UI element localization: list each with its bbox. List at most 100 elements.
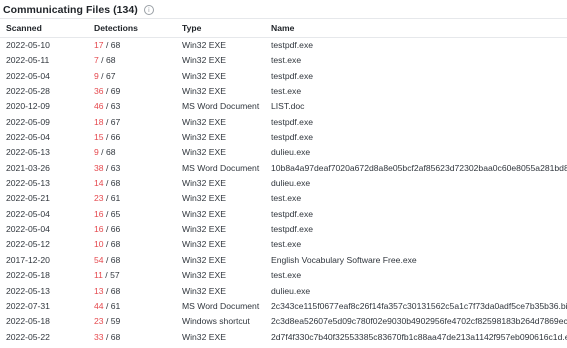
file-type: Win32 EXE [182, 55, 226, 66]
detections-total: 66 [110, 132, 121, 143]
detections-cell[interactable]: 17 / 68 [93, 38, 182, 53]
file-type: Win32 EXE [182, 116, 226, 127]
detections-cell[interactable]: 11 / 57 [93, 268, 182, 283]
column-header-scanned[interactable]: Scanned [0, 21, 93, 36]
table-row[interactable]: 2021-03-26 38 / 63 MS Word Document 10b8a4a… [0, 161, 567, 176]
detections-cell[interactable]: 10 / 68 [93, 237, 182, 252]
detections-separator: / [103, 208, 111, 219]
file-type: Win32 EXE [182, 208, 226, 219]
detections-cell[interactable]: 54 / 68 [93, 253, 182, 268]
file-type: MS Word Document [182, 101, 260, 112]
file-type: Windows shortcut [182, 316, 250, 327]
detections-positive: 46 [94, 101, 104, 112]
file-name-link[interactable]: testpdf.exe [271, 115, 567, 130]
detections-cell[interactable]: 7 / 68 [93, 53, 182, 68]
file-type: Win32 EXE [182, 331, 226, 342]
detections-cell[interactable]: 46 / 63 [93, 99, 182, 114]
detections-total: 68 [105, 55, 116, 66]
file-name-link[interactable]: test.exe [271, 268, 567, 283]
file-name-link[interactable]: English Vocabulary Software Free.exe [271, 253, 567, 268]
file-name-link[interactable]: testpdf.exe [271, 38, 567, 53]
file-name-link[interactable]: testpdf.exe [271, 222, 567, 237]
detections-cell[interactable]: 13 / 68 [93, 284, 182, 299]
detections-cell[interactable]: 15 / 66 [93, 130, 182, 145]
detections-cell[interactable]: 36 / 69 [93, 84, 182, 99]
detections-cell[interactable]: 14 / 68 [93, 176, 182, 191]
file-name-link[interactable]: LIST.doc [271, 99, 567, 114]
table-row[interactable]: 2022-05-04 16 / 65 Win32 EXE testpdf.exe [0, 207, 567, 222]
detections-cell[interactable]: 23 / 59 [93, 314, 182, 329]
table-row[interactable]: 2022-05-09 18 / 67 Win32 EXE testpdf.exe [0, 115, 567, 130]
detections-cell[interactable]: 23 / 61 [93, 191, 182, 206]
detections-positive: 15 [94, 132, 104, 143]
detections-cell[interactable]: 33 / 68 [93, 330, 182, 345]
file-type: Win32 EXE [182, 86, 226, 97]
file-name-link[interactable]: 2d7f4f330c7b40f32553385c83670fb1c88aa47d… [271, 330, 567, 345]
table-row[interactable]: 2022-05-04 9 / 67 Win32 EXE testpdf.exe [0, 69, 567, 84]
detections-positive: 33 [94, 331, 104, 342]
detections-cell[interactable]: 16 / 65 [93, 207, 182, 222]
scanned-date: 2017-12-20 [6, 254, 50, 265]
table-row[interactable]: 2022-05-04 15 / 66 Win32 EXE testpdf.exe [0, 130, 567, 145]
column-header-type[interactable]: Type [182, 21, 271, 36]
file-name-link[interactable]: dulieu.exe [271, 145, 567, 160]
file-name-link[interactable]: testpdf.exe [271, 130, 567, 145]
file-name-link[interactable]: test.exe [271, 237, 567, 252]
file-name-link[interactable]: 2c3d8ea52607e5d09c780f02e9030b4902956fe4… [271, 314, 567, 329]
scanned-date: 2022-05-22 [6, 331, 50, 342]
file-name-link[interactable]: testpdf.exe [271, 69, 567, 84]
table-row[interactable]: 2017-12-20 54 / 68 Win32 EXE English Vocabu… [0, 253, 567, 268]
detections-separator: / [98, 55, 106, 66]
table-row[interactable]: 2022-05-13 13 / 68 Win32 EXE dulieu.exe [0, 284, 567, 299]
scanned-date: 2022-07-31 [6, 300, 50, 311]
table-row[interactable]: 2022-05-28 36 / 69 Win32 EXE test.exe [0, 84, 567, 99]
detections-positive: 16 [94, 224, 104, 235]
detections-cell[interactable]: 44 / 61 [93, 299, 182, 314]
detections-total: 68 [110, 254, 121, 265]
column-header-name[interactable]: Name [271, 21, 567, 36]
detections-total: 67 [105, 70, 116, 81]
table-row[interactable]: 2022-05-21 23 / 61 Win32 EXE test.exe [0, 191, 567, 206]
table-row[interactable]: 2022-05-18 23 / 59 Windows shortcut 2c3d8ea… [0, 314, 567, 329]
file-name-link[interactable]: dulieu.exe [271, 176, 567, 191]
detections-total: 59 [110, 316, 121, 327]
file-name-link[interactable]: dulieu.exe [271, 284, 567, 299]
column-header-divider [0, 37, 567, 38]
table-row[interactable]: 2022-05-10 17 / 68 Win32 EXE testpdf.exe [0, 38, 567, 53]
file-name-link[interactable]: test.exe [271, 53, 567, 68]
detections-cell[interactable]: 9 / 68 [93, 145, 182, 160]
detections-separator: / [103, 254, 111, 265]
table-row[interactable]: 2020-12-09 46 / 63 MS Word Document LIST.do… [0, 99, 567, 114]
file-name-link[interactable]: testpdf.exe [271, 207, 567, 222]
table-row[interactable]: 2022-07-31 44 / 61 MS Word Document 2c343ce… [0, 299, 567, 314]
detections-cell[interactable]: 18 / 67 [93, 115, 182, 130]
section-header: Communicating Files (134) i [0, 0, 567, 18]
file-type: Win32 EXE [182, 239, 226, 250]
table-row[interactable]: 2022-05-22 33 / 68 Win32 EXE 2d7f4f330c7b40… [0, 330, 567, 345]
file-name-link[interactable]: 10b8a4a97deaf7020a672d8a8e05bcf2af85623d… [271, 161, 567, 176]
table-row[interactable]: 2022-05-04 16 / 66 Win32 EXE testpdf.exe [0, 222, 567, 237]
detections-positive: 23 [94, 316, 104, 327]
info-icon[interactable]: i [143, 5, 154, 15]
scanned-date: 2022-05-13 [6, 147, 50, 158]
detections-positive: 10 [94, 239, 104, 250]
table-row[interactable]: 2022-05-12 10 / 68 Win32 EXE test.exe [0, 237, 567, 252]
file-name-link[interactable]: 2c343ce115f0677eaf8c26f14fa357c30131562c… [271, 299, 567, 314]
detections-separator: / [103, 300, 111, 311]
file-name-link[interactable]: test.exe [271, 84, 567, 99]
table-row[interactable]: 2022-05-13 14 / 68 Win32 EXE dulieu.exe [0, 176, 567, 191]
file-type: Win32 EXE [182, 40, 226, 50]
detections-total: 65 [110, 208, 121, 219]
detections-cell[interactable]: 9 / 67 [93, 69, 182, 84]
detections-cell[interactable]: 16 / 66 [93, 222, 182, 237]
detections-cell[interactable]: 38 / 63 [93, 161, 182, 176]
scanned-date: 2021-03-26 [6, 162, 50, 173]
detections-total: 69 [110, 86, 121, 97]
detections-total: 68 [110, 239, 121, 250]
file-name-link[interactable]: test.exe [271, 191, 567, 206]
column-header-detections[interactable]: Detections [93, 21, 182, 36]
detections-total: 57 [110, 270, 120, 281]
table-row[interactable]: 2022-05-11 7 / 68 Win32 EXE test.exe [0, 53, 567, 68]
table-row[interactable]: 2022-05-18 11 / 57 Win32 EXE test.exe [0, 268, 567, 283]
table-row[interactable]: 2022-05-13 9 / 68 Win32 EXE dulieu.exe [0, 145, 567, 160]
